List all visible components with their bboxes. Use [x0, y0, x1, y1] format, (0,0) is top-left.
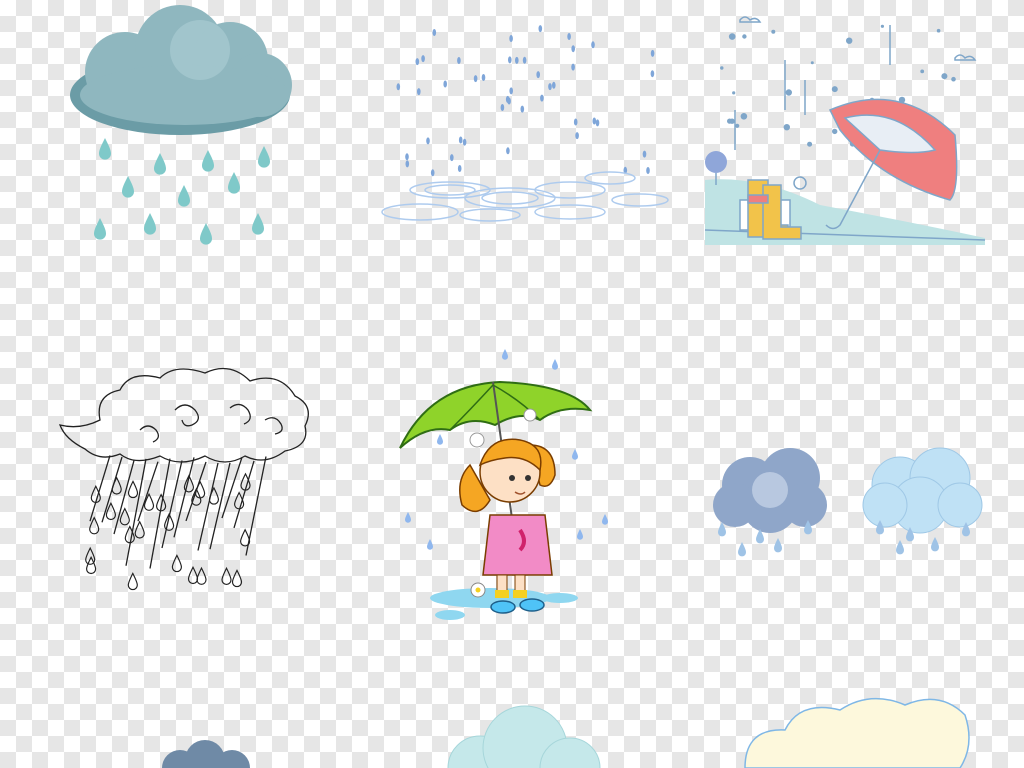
sketch-drop: [187, 566, 199, 585]
rain-drop: [951, 76, 956, 82]
rain-drop: [595, 119, 600, 127]
sketch-drop: [221, 567, 232, 585]
sketch-drop: [196, 567, 207, 585]
rain-drop: [941, 73, 948, 80]
rain-drop: [571, 63, 575, 71]
rain-drop: [415, 58, 420, 66]
teal-rain-cloud: [70, 5, 292, 245]
rain-drop: [405, 160, 410, 168]
sketch-drop: [208, 487, 219, 505]
rain-drop: [783, 124, 790, 131]
rain-drop: [405, 153, 409, 161]
rain-drop: [771, 29, 776, 34]
rain-drop: [573, 118, 578, 126]
rain-drop: [505, 95, 510, 103]
sketch-drop: [134, 521, 145, 539]
rain-drop: [509, 87, 513, 95]
light-blue-rain-cloud: [862, 447, 983, 555]
navy-cloud-partial: [162, 740, 250, 768]
rain-drop: [538, 25, 543, 33]
pale-teal-cloud-partial: [447, 705, 601, 768]
rain-drop: [432, 29, 437, 36]
rain-drop: [846, 37, 853, 44]
rain-drop: [457, 165, 462, 172]
rain-drop: [508, 56, 512, 64]
rain-drop: [500, 104, 505, 111]
rain-drop: [536, 71, 540, 79]
rain-drop: [720, 66, 724, 70]
rain-drop: [515, 56, 519, 64]
rain-drop: [426, 137, 430, 145]
rain-ripples: [381, 25, 669, 222]
rain-drop: [936, 28, 941, 33]
rain-drop: [592, 117, 597, 125]
sketch-drop: [234, 492, 245, 510]
blue-grey-rain-cloud: [713, 448, 827, 557]
rain-drop: [642, 150, 647, 158]
rain-drop: [520, 105, 525, 113]
rain-drop: [650, 49, 655, 57]
sketch-drop: [119, 508, 130, 526]
sketch-drop: [111, 477, 122, 495]
rain-drop: [832, 128, 838, 135]
rain-drop: [728, 33, 736, 40]
rain-streak: [173, 457, 195, 538]
sketch-drop: [89, 517, 100, 535]
rain-drop: [396, 83, 401, 91]
rain-drop: [646, 167, 650, 174]
sketch-drop: [127, 572, 138, 591]
rain-drop: [567, 33, 571, 40]
rain-drop: [548, 83, 552, 91]
rain-drop: [443, 80, 448, 88]
rain-drop: [920, 69, 925, 74]
rain-drop: [481, 74, 486, 81]
rain-drop: [540, 94, 544, 102]
rain-streak: [125, 458, 147, 566]
rain-drop: [430, 169, 435, 177]
rain-streak: [137, 461, 159, 522]
rain-drop: [831, 86, 838, 93]
rain-drop: [785, 89, 792, 96]
rain-streak: [209, 462, 231, 550]
umbrella-and-boots-scene: [704, 16, 986, 245]
rain-drop: [509, 35, 513, 42]
rain-drop: [575, 132, 579, 140]
sketch-rain-cloud: [58, 367, 309, 591]
rain-drop: [462, 138, 467, 146]
rain-drop: [591, 41, 595, 49]
rain-drop: [506, 147, 510, 155]
rain-drop: [742, 34, 747, 39]
sketch-drop: [127, 480, 139, 499]
rain-drop: [522, 56, 527, 64]
girl-with-umbrella: [399, 349, 608, 620]
rain-drop: [740, 113, 748, 120]
rain-drop: [458, 136, 463, 144]
rain-drop: [732, 91, 736, 95]
rain-drop: [727, 118, 733, 124]
rain-drop: [741, 116, 744, 119]
sketch-drop: [231, 569, 243, 588]
rain-drop: [421, 55, 425, 63]
rain-drop: [807, 141, 813, 147]
rain-drop: [417, 88, 421, 96]
rain-drop: [571, 45, 575, 53]
cream-cloud-partial: [744, 697, 970, 768]
rain-drop: [650, 70, 655, 78]
rain-drop: [552, 81, 556, 89]
rain-drop: [457, 57, 461, 64]
rain-drop: [450, 154, 454, 162]
rain-drop: [473, 75, 478, 83]
rain-drop: [810, 61, 814, 65]
rain-drop: [880, 24, 885, 28]
illustration-canvas: [58, 5, 986, 768]
sketch-drop: [171, 554, 182, 573]
